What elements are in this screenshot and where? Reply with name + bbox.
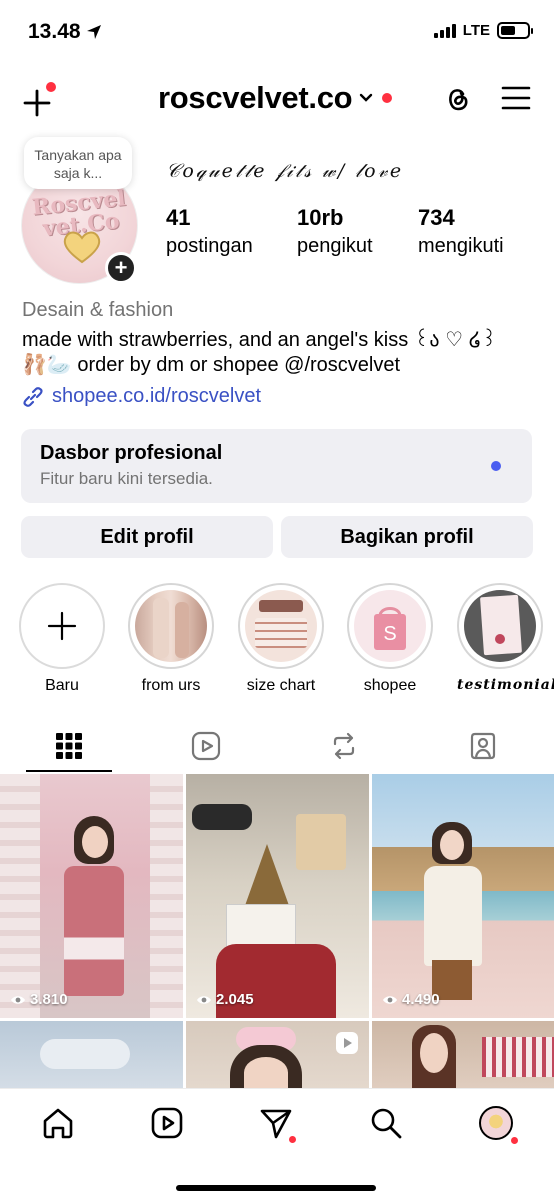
content-tabs [0, 720, 554, 774]
highlight-label: from urs [141, 677, 201, 694]
highlight-label: size chart [246, 677, 316, 694]
highlight-cover-image [464, 590, 536, 662]
notification-dot [46, 82, 56, 92]
bio-line-2: 🩰🦢 order by dm or shopee @/roscvelvet [22, 352, 401, 376]
view-count: 4.490 [382, 991, 440, 1008]
active-tab-indicator [26, 770, 112, 772]
highlight-cover-image [135, 590, 207, 662]
post-thumbnail[interactable] [0, 1021, 183, 1088]
highlight-testimonial[interactable]: testimonial [457, 583, 554, 693]
repost-icon [333, 732, 355, 760]
profile-link[interactable]: shopee.co.id/roscvelvet [22, 385, 261, 408]
home-icon [43, 1108, 73, 1139]
dashboard-subtitle: Fitur baru kini tersedia. [40, 469, 213, 488]
view-count: 2.045 [196, 991, 254, 1008]
status-bar: 13.48 LTE [0, 0, 554, 66]
profile-category: Desain & fashion [22, 299, 174, 321]
plus-icon [47, 611, 77, 641]
menu-button[interactable] [501, 84, 531, 112]
highlight-label: shopee [363, 677, 417, 694]
view-count: 3.810 [10, 991, 68, 1008]
tab-posts-grid[interactable] [26, 720, 112, 772]
profile-header: roscvelvet.co [0, 74, 554, 124]
new-indicator-dot [491, 461, 501, 471]
heart-locket-icon [63, 231, 101, 264]
eye-icon [11, 995, 25, 1004]
reel-badge-icon [336, 1032, 358, 1054]
notification-dot [289, 1136, 296, 1143]
profile-avatar-small [479, 1106, 513, 1140]
dashboard-title: Dasbor profesional [40, 442, 223, 464]
highlight-cover-image [245, 590, 317, 662]
hamburger-menu-icon [501, 86, 531, 110]
signal-icon [433, 23, 456, 38]
threads-icon [449, 89, 468, 111]
notification-dot [382, 93, 393, 103]
post-thumbnail[interactable] [186, 1021, 369, 1088]
paper-plane-icon [260, 1109, 292, 1139]
display-name: 𝒞𝑜𝓆𝓊𝑒𝓉𝓉𝑒 𝒻𝒾𝓉𝓈 𝓌/ 𝓁𝑜𝓋𝑒 [166, 160, 404, 182]
status-indicators: LTE [433, 22, 533, 39]
eye-icon [197, 995, 211, 1004]
create-button[interactable] [22, 82, 56, 117]
battery-icon [497, 22, 533, 39]
bio-line-1: made with strawberries, and an angel's k… [22, 329, 498, 351]
tagged-person-icon [470, 732, 496, 760]
stat-following[interactable]: 734 mengikuti [418, 205, 504, 258]
post-thumbnail[interactable]: 2.045 [186, 774, 369, 1018]
svg-text:S: S [383, 623, 396, 645]
account-switcher[interactable]: roscvelvet.co [158, 80, 393, 116]
eye-icon [383, 995, 397, 1004]
nav-direct-messages[interactable] [258, 1105, 296, 1143]
stat-followers[interactable]: 10rb pengikut [297, 205, 373, 258]
plus-icon [23, 89, 51, 117]
nav-reels[interactable] [149, 1105, 185, 1141]
post-thumbnail[interactable]: 3.810 [0, 774, 183, 1018]
edit-profile-button[interactable]: Edit profil [21, 516, 273, 558]
reels-icon [191, 731, 221, 761]
highlight-shopee[interactable]: S shopee [347, 583, 433, 695]
reels-icon [151, 1107, 183, 1139]
search-icon [371, 1108, 402, 1139]
highlight-new[interactable]: Baru [19, 583, 105, 695]
link-icon [23, 386, 43, 407]
chevron-down-icon [360, 93, 373, 102]
status-time: 13.48 [28, 20, 102, 44]
bottom-navigation [0, 1088, 554, 1200]
stat-posts[interactable]: 41 postingan [166, 205, 253, 258]
shopee-bag-icon: S [374, 607, 406, 650]
location-arrow-icon [86, 25, 101, 39]
threads-button[interactable] [441, 82, 473, 114]
post-thumbnail[interactable]: 4.490 [372, 774, 554, 1018]
share-profile-button[interactable]: Bagikan profil [281, 516, 533, 558]
highlight-size-chart[interactable]: size chart [238, 583, 324, 695]
notification-dot [511, 1137, 518, 1144]
nav-profile[interactable] [478, 1105, 518, 1144]
highlight-from-urs[interactable]: from urs [128, 583, 214, 695]
tab-reposts[interactable] [301, 720, 387, 772]
home-indicator [176, 1185, 376, 1191]
nav-search[interactable] [368, 1105, 404, 1141]
highlight-cover-image: S [354, 590, 426, 662]
professional-dashboard[interactable]: Dasbor profesional Fitur baru kini terse… [21, 429, 532, 503]
ballet-swan-emoji: 🩰🦢 [22, 352, 72, 376]
post-thumbnail[interactable] [372, 1021, 554, 1088]
tab-reels[interactable] [163, 720, 249, 772]
grid-icon [56, 733, 82, 759]
nav-home[interactable] [40, 1105, 76, 1141]
highlight-label: testimonial [457, 677, 554, 693]
tab-tagged[interactable] [440, 720, 526, 772]
username: roscvelvet.co [158, 80, 353, 115]
add-story-button[interactable]: + [105, 252, 137, 284]
note-bubble[interactable]: Tanyakan apa saja k... [24, 137, 132, 189]
highlight-label: Baru [45, 677, 79, 694]
network-label: LTE [462, 22, 490, 39]
